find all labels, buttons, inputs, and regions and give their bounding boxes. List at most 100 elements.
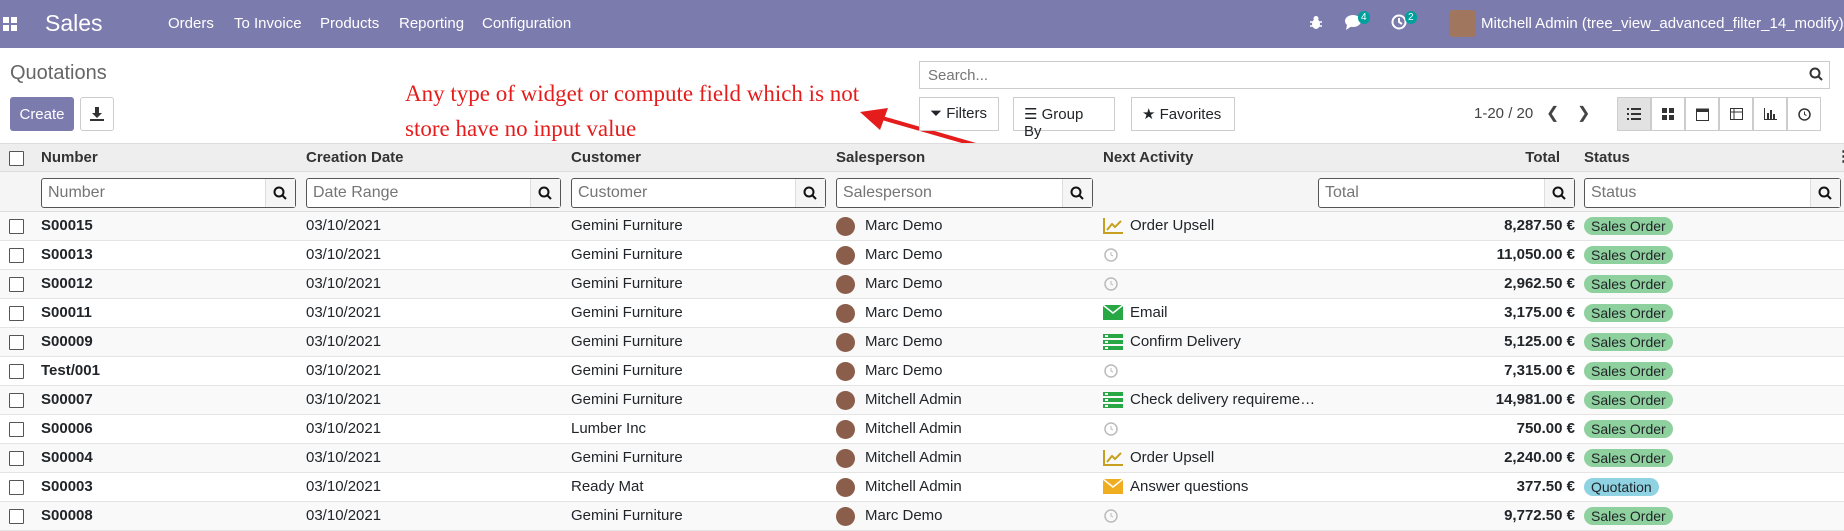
row-next-activity[interactable]: Check delivery requireme… bbox=[1130, 391, 1315, 408]
row-number[interactable]: S00011 bbox=[41, 304, 92, 321]
create-button[interactable]: Create bbox=[10, 97, 74, 131]
status-filter-input[interactable] bbox=[1589, 183, 1797, 203]
customer-filter-search-button[interactable] bbox=[795, 179, 825, 207]
customer-filter-field[interactable] bbox=[571, 178, 826, 208]
row-number[interactable]: S00007 bbox=[41, 391, 93, 408]
table-row[interactable]: S00011 03/10/2021 Gemini Furniture Marc Dem… bbox=[0, 299, 1844, 328]
salesperson-filter-field[interactable] bbox=[836, 178, 1093, 208]
table-row[interactable]: S00004 03/10/2021 Gemini Furniture Mitchell… bbox=[0, 444, 1844, 473]
number-filter-field[interactable] bbox=[41, 178, 296, 208]
pager-value[interactable]: 1-20 / 20 bbox=[1474, 105, 1533, 122]
row-checkbox[interactable] bbox=[9, 248, 24, 263]
filters-button[interactable]: ⏷ Filters bbox=[919, 97, 999, 131]
row-checkbox[interactable] bbox=[9, 480, 24, 495]
row-checkbox[interactable] bbox=[9, 277, 24, 292]
column-status[interactable]: Status bbox=[1584, 149, 1630, 166]
clock-icon[interactable] bbox=[1103, 508, 1122, 524]
column-options-icon[interactable]: ⋮ bbox=[1836, 147, 1844, 165]
user-menu[interactable]: Mitchell Admin (tree_view_advanced_filte… bbox=[1481, 15, 1844, 32]
row-checkbox[interactable] bbox=[9, 451, 24, 466]
row-number[interactable]: S00009 bbox=[41, 333, 93, 350]
date-range-filter-input[interactable] bbox=[311, 183, 518, 203]
row-checkbox[interactable] bbox=[9, 306, 24, 321]
tasks-icon[interactable] bbox=[1103, 334, 1123, 350]
row-checkbox[interactable] bbox=[9, 364, 24, 379]
column-salesperson[interactable]: Salesperson bbox=[836, 149, 925, 166]
date-range-filter-field[interactable] bbox=[306, 178, 561, 208]
menu-reporting[interactable]: Reporting bbox=[399, 15, 464, 32]
table-row[interactable]: S00007 03/10/2021 Gemini Furniture Mitchell… bbox=[0, 386, 1844, 415]
row-next-activity[interactable]: Confirm Delivery bbox=[1130, 333, 1241, 350]
bug-icon[interactable] bbox=[1309, 15, 1323, 31]
upsell-chart-icon[interactable] bbox=[1103, 218, 1123, 234]
column-creation-date[interactable]: Creation Date bbox=[306, 149, 404, 166]
apps-grid-icon[interactable] bbox=[3, 17, 17, 31]
table-row[interactable]: S00013 03/10/2021 Gemini Furniture Marc Dem… bbox=[0, 241, 1844, 270]
clock-icon[interactable] bbox=[1103, 247, 1122, 263]
activity-view-button[interactable] bbox=[1787, 97, 1821, 131]
search-icon[interactable] bbox=[1809, 67, 1823, 81]
menu-orders[interactable]: Orders bbox=[168, 15, 214, 32]
search-input[interactable] bbox=[926, 62, 1780, 88]
table-row[interactable]: S00003 03/10/2021 Ready Mat Mitchell Admin A… bbox=[0, 473, 1844, 502]
row-number[interactable]: S00015 bbox=[41, 217, 93, 234]
pivot-view-button[interactable] bbox=[1719, 97, 1753, 131]
upsell-chart-icon[interactable] bbox=[1103, 450, 1123, 466]
group-by-button[interactable]: ☰ Group By bbox=[1013, 97, 1115, 140]
row-checkbox[interactable] bbox=[9, 219, 24, 234]
select-all-checkbox[interactable] bbox=[9, 151, 24, 166]
row-next-activity[interactable]: Answer questions bbox=[1130, 478, 1248, 495]
salesperson-filter-input[interactable] bbox=[841, 183, 1049, 203]
customer-filter-input[interactable] bbox=[576, 183, 783, 203]
number-filter-search-button[interactable] bbox=[265, 179, 295, 207]
column-next-activity[interactable]: Next Activity bbox=[1103, 149, 1193, 166]
row-next-activity[interactable]: Order Upsell bbox=[1130, 449, 1214, 466]
table-row[interactable]: S00008 03/10/2021 Gemini Furniture Marc Dem… bbox=[0, 502, 1844, 531]
row-checkbox[interactable] bbox=[9, 335, 24, 350]
table-row[interactable]: S00015 03/10/2021 Gemini Furniture Marc Dem… bbox=[0, 212, 1844, 241]
search-box[interactable] bbox=[919, 61, 1830, 89]
email-icon[interactable] bbox=[1102, 478, 1124, 495]
total-filter-input[interactable] bbox=[1323, 183, 1531, 203]
pager-next-icon[interactable]: ❯ bbox=[1577, 103, 1590, 123]
user-avatar[interactable] bbox=[1449, 10, 1476, 37]
total-filter-search-button[interactable] bbox=[1544, 179, 1574, 207]
row-number[interactable]: S00004 bbox=[41, 449, 93, 466]
favorites-button[interactable]: ★ Favorites bbox=[1131, 97, 1235, 131]
row-checkbox[interactable] bbox=[9, 393, 24, 408]
date-filter-search-button[interactable] bbox=[530, 179, 560, 207]
table-row[interactable]: S00012 03/10/2021 Gemini Furniture Marc Dem… bbox=[0, 270, 1844, 299]
row-number[interactable]: S00008 bbox=[41, 507, 93, 524]
tasks-icon[interactable] bbox=[1103, 392, 1123, 408]
status-filter-search-button[interactable] bbox=[1810, 179, 1840, 207]
list-view-button[interactable] bbox=[1617, 97, 1651, 131]
table-row[interactable]: Test/001 03/10/2021 Gemini Furniture Marc D… bbox=[0, 357, 1844, 386]
row-number[interactable]: S00012 bbox=[41, 275, 93, 292]
column-total[interactable]: Total bbox=[1525, 149, 1560, 166]
menu-to-invoice[interactable]: To Invoice bbox=[234, 15, 302, 32]
clock-icon[interactable] bbox=[1103, 421, 1122, 437]
calendar-view-button[interactable] bbox=[1685, 97, 1719, 131]
row-number[interactable]: S00003 bbox=[41, 478, 93, 495]
status-filter-field[interactable] bbox=[1584, 178, 1841, 208]
pager-previous-icon[interactable]: ❮ bbox=[1546, 103, 1559, 123]
app-brand[interactable]: Sales bbox=[45, 10, 103, 37]
clock-icon[interactable] bbox=[1103, 363, 1122, 379]
total-filter-field[interactable] bbox=[1318, 178, 1575, 208]
row-checkbox[interactable] bbox=[9, 509, 24, 524]
menu-configuration[interactable]: Configuration bbox=[482, 15, 571, 32]
row-number[interactable]: Test/001 bbox=[41, 362, 100, 379]
number-filter-input[interactable] bbox=[46, 183, 253, 203]
row-checkbox[interactable] bbox=[9, 422, 24, 437]
row-next-activity[interactable]: Order Upsell bbox=[1130, 217, 1214, 234]
kanban-view-button[interactable] bbox=[1651, 97, 1685, 131]
row-next-activity[interactable]: Email bbox=[1130, 304, 1168, 321]
table-row[interactable]: S00006 03/10/2021 Lumber Inc Mitchell Admin… bbox=[0, 415, 1844, 444]
salesperson-filter-search-button[interactable] bbox=[1062, 179, 1092, 207]
download-button[interactable] bbox=[80, 97, 114, 131]
table-row[interactable]: S00009 03/10/2021 Gemini Furniture Marc Dem… bbox=[0, 328, 1844, 357]
clock-icon[interactable] bbox=[1103, 276, 1122, 292]
row-number[interactable]: S00006 bbox=[41, 420, 93, 437]
column-customer[interactable]: Customer bbox=[571, 149, 641, 166]
email-icon[interactable] bbox=[1102, 304, 1124, 321]
